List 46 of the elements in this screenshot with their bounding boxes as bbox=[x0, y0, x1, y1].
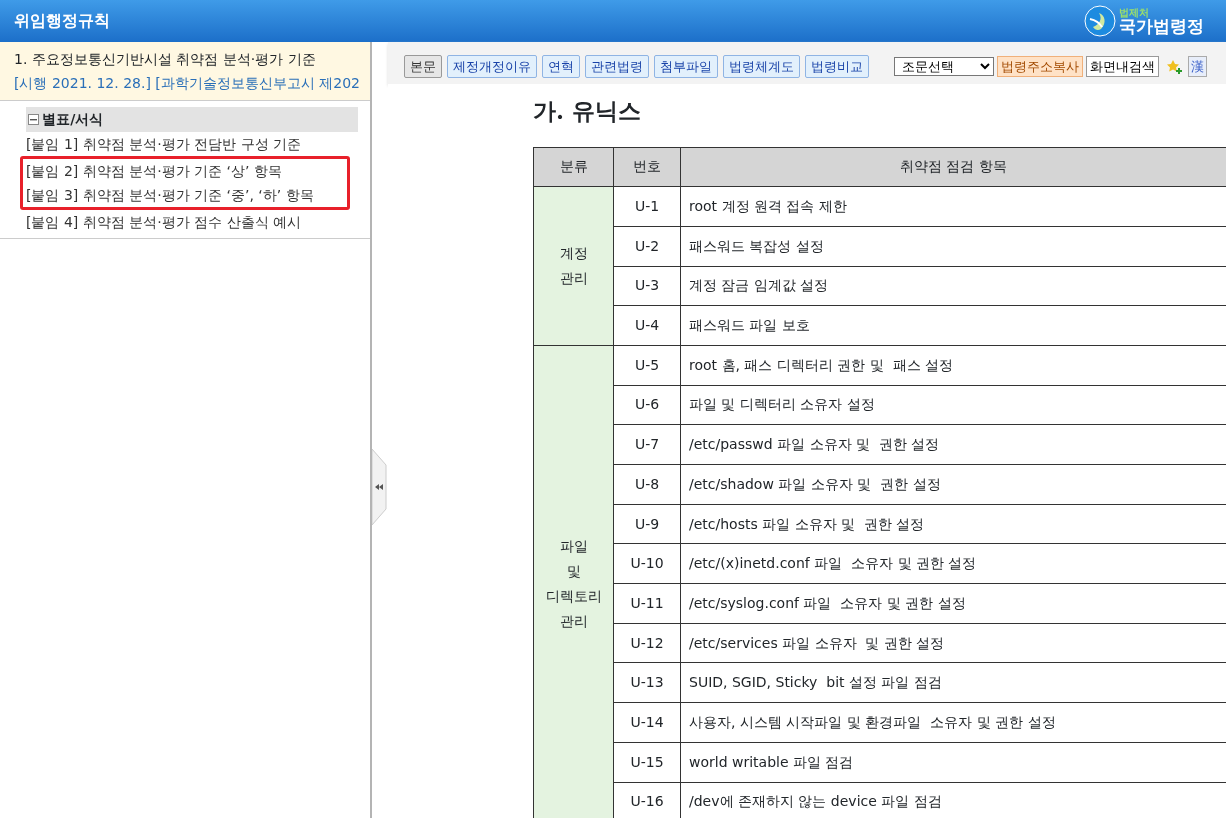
expand-toggle-icon[interactable] bbox=[28, 114, 39, 125]
table-cell: U-11 bbox=[613, 583, 681, 624]
law-title: 1. 주요정보통신기반시설 취약점 분석·평가 기준 bbox=[14, 50, 317, 69]
table-cell: U-9 bbox=[613, 504, 681, 544]
copy-address-button[interactable]: 법령주소복사 bbox=[996, 55, 1083, 78]
table-cell: U-7 bbox=[613, 424, 681, 465]
toolbar-tab[interactable]: 제정개정이유 bbox=[447, 54, 537, 79]
table-cell: U-8 bbox=[613, 464, 681, 505]
category-cell: 계정 관리 bbox=[533, 186, 614, 346]
tree-item[interactable]: [붙임 4] 취약점 분석·평가 점수 산출식 예시 bbox=[26, 210, 358, 234]
table-cell: U-12 bbox=[613, 623, 681, 663]
table-cell: U-10 bbox=[613, 543, 681, 584]
table-cell: U-6 bbox=[613, 385, 681, 425]
tree-group-label[interactable]: 별표/서식 bbox=[42, 109, 104, 130]
table-cell: U-13 bbox=[613, 662, 681, 703]
table-cell: U-5 bbox=[613, 345, 681, 386]
toolbar-tab[interactable]: 본문 bbox=[404, 54, 442, 79]
toolbar-tab[interactable]: 법령체계도 bbox=[723, 54, 800, 79]
favorite-add-icon[interactable] bbox=[1165, 58, 1182, 75]
table-cell: U-1 bbox=[613, 186, 681, 227]
category-cell: 파일 및 디렉토리 관리 bbox=[533, 345, 614, 818]
tree-item[interactable]: [붙임 3] 취약점 분석·평가 기준 ‘중’, ‘하’ 항목 bbox=[26, 183, 347, 207]
collapse-handle[interactable] bbox=[372, 449, 388, 525]
logo-caption: 법제처 bbox=[1119, 7, 1149, 18]
table-cell: U-14 bbox=[613, 702, 681, 743]
tree-item[interactable]: [붙임 2] 취약점 분석·평가 기준 ‘상’ 항목 bbox=[26, 159, 347, 183]
toolbar-tab[interactable]: 법령비교 bbox=[805, 54, 869, 79]
logo-icon bbox=[1083, 5, 1116, 37]
table-cell: U-15 bbox=[613, 742, 681, 782]
page-search-button[interactable]: 화면내검색 bbox=[1086, 55, 1159, 78]
tree-item[interactable]: [붙임 1] 취약점 분석·평가 전담반 구성 기준 bbox=[26, 132, 358, 156]
table-cell: U-2 bbox=[613, 226, 681, 267]
column-header: 취약점 점검 항목 bbox=[680, 147, 1226, 187]
law-meta-link[interactable]: [시행 2021. 12. 28.] [과학기술정보통신부고시 제202 bbox=[14, 71, 370, 95]
toolbar-tab[interactable]: 관련법령 bbox=[585, 54, 649, 79]
column-header: 분류 bbox=[533, 147, 614, 187]
page-title: 위임행정규칙 bbox=[13, 10, 110, 32]
document-heading: 가. 유닉스 bbox=[533, 96, 642, 126]
toolbar-tab[interactable]: 첨부파일 bbox=[654, 54, 718, 79]
column-header: 번호 bbox=[613, 147, 681, 187]
toolbar-tab[interactable]: 연혁 bbox=[542, 54, 580, 79]
table-cell: U-3 bbox=[613, 266, 681, 306]
logo-text: 국가법령정 bbox=[1119, 17, 1204, 35]
table-cell: U-4 bbox=[613, 305, 681, 346]
article-select[interactable]: 조문선택 bbox=[893, 57, 994, 76]
hanja-button[interactable]: 漢 bbox=[1188, 55, 1207, 78]
